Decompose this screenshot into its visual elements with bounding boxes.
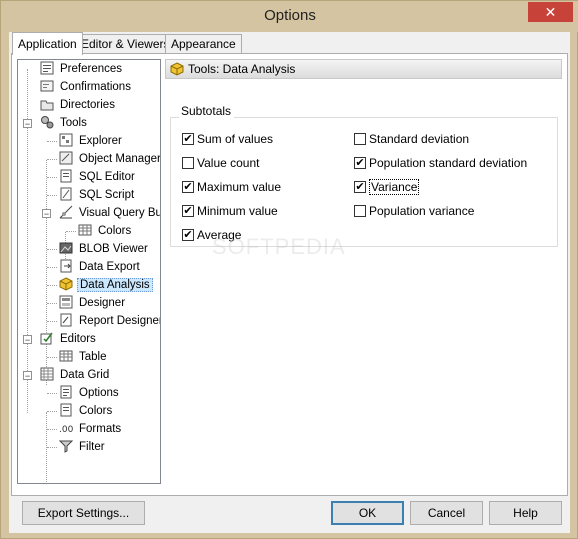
tree-item-grid-colors[interactable]: Colors	[59, 402, 114, 420]
blob-viewer-icon	[59, 241, 73, 255]
sql-editor-icon	[59, 169, 73, 183]
colors-icon	[78, 223, 92, 237]
cancel-button[interactable]: Cancel	[410, 501, 483, 525]
tree-item-confirmations[interactable]: Confirmations	[40, 78, 133, 96]
tree-item-filter[interactable]: Filter	[58, 438, 107, 456]
tab-appearance[interactable]: Appearance	[165, 34, 242, 53]
tab-application[interactable]: Application	[12, 32, 83, 55]
formats-icon: .00	[59, 421, 74, 435]
tools-expander[interactable]: −	[23, 119, 32, 129]
tree-item-data-analysis[interactable]: Data Analysis	[59, 276, 153, 294]
watermark: SOFTPEDIA	[212, 234, 346, 259]
tab-panel: Preferences Confirmations Directories −	[11, 53, 568, 496]
tree-item-explorer[interactable]: Explorer	[59, 132, 124, 150]
tree-item-data-export[interactable]: Data Export	[59, 258, 142, 276]
section-header: Tools: Data Analysis	[165, 59, 562, 79]
section-header-label: Tools: Data Analysis	[188, 62, 296, 76]
tools-icon	[40, 115, 54, 129]
ok-button[interactable]: OK	[331, 501, 404, 525]
directories-icon	[40, 97, 54, 111]
explorer-icon	[59, 133, 73, 147]
tree-item-blob-viewer[interactable]: BLOB Viewer	[59, 240, 150, 258]
export-settings-button[interactable]: Export Settings...	[22, 501, 145, 525]
data-analysis-icon	[59, 277, 73, 291]
tree-item-preferences[interactable]: Preferences	[40, 60, 124, 78]
tree-item-grid-options[interactable]: Options	[59, 384, 121, 402]
checkbox-population-standard-deviation[interactable]: ✔ Population standard deviation	[354, 155, 527, 171]
tree-item-directories[interactable]: Directories	[40, 96, 117, 114]
checkbox-box[interactable]: ✔	[182, 180, 194, 193]
checkbox-box[interactable]: ✔	[182, 132, 194, 145]
data-grid-expander[interactable]: −	[23, 371, 32, 381]
designer-icon	[59, 295, 73, 309]
tree-item-data-grid[interactable]: Data Grid	[40, 366, 111, 384]
subtotals-title: Subtotals	[179, 104, 235, 118]
checkbox-box[interactable]: ✔	[354, 180, 366, 193]
window-title: Options	[264, 7, 316, 24]
close-button[interactable]: ✕	[528, 2, 573, 22]
data-export-icon	[59, 259, 73, 273]
tree-item-tools[interactable]: Tools	[40, 114, 89, 132]
checkbox-maximum-value[interactable]: ✔ Maximum value	[182, 179, 281, 195]
tab-appearance-label: Appearance	[171, 37, 236, 51]
data-analysis-icon	[170, 62, 184, 76]
tab-editor-viewers-label: Editor & Viewers	[81, 37, 170, 51]
report-designer-icon	[59, 313, 73, 327]
options-tree[interactable]: Preferences Confirmations Directories −	[17, 59, 161, 484]
confirmations-icon	[40, 79, 54, 93]
tab-editor-viewers[interactable]: Editor & Viewers	[75, 34, 176, 53]
checkbox-box[interactable]	[354, 204, 366, 217]
help-button[interactable]: Help	[489, 501, 562, 525]
tree-item-vqb-colors[interactable]: Colors	[78, 222, 133, 240]
checkbox-sum-of-values[interactable]: ✔ Sum of values	[182, 131, 273, 147]
title-bar[interactable]: Options ✕	[1, 1, 578, 32]
dialog-client: Application Editor & Viewers Appearance	[9, 32, 570, 533]
checkbox-population-variance[interactable]: Population variance	[354, 203, 474, 219]
options-window: Options ✕ Application Editor & Viewers A…	[0, 0, 578, 539]
colors-icon	[59, 403, 73, 417]
checkbox-box[interactable]	[182, 156, 194, 169]
tree-item-report-designer[interactable]: Report Designer	[59, 312, 160, 330]
vqb-expander[interactable]: −	[42, 209, 51, 219]
table-icon	[59, 349, 73, 363]
tree-item-formats[interactable]: .00 Formats	[59, 420, 123, 438]
tree-item-sql-editor[interactable]: SQL Editor	[59, 168, 137, 186]
checkbox-minimum-value[interactable]: ✔ Minimum value	[182, 203, 278, 219]
visual-query-builder-icon	[59, 205, 73, 219]
checkbox-box[interactable]: ✔	[354, 156, 366, 169]
tree-item-editors[interactable]: Editors	[40, 330, 98, 348]
checkbox-box[interactable]: ✔	[182, 228, 194, 241]
data-grid-icon	[40, 367, 54, 381]
tree-item-object-manager[interactable]: Object Manager	[59, 150, 160, 168]
close-icon: ✕	[544, 4, 557, 20]
tree-item-sql-script[interactable]: SQL Script	[59, 186, 136, 204]
filter-icon	[58, 439, 74, 453]
checkbox-variance[interactable]: ✔ Variance	[354, 179, 420, 195]
checkbox-box[interactable]: ✔	[182, 204, 194, 217]
svg-text:.00: .00	[59, 425, 73, 435]
editors-icon	[40, 331, 54, 345]
checkbox-value-count[interactable]: Value count	[182, 155, 260, 171]
checkbox-box[interactable]	[354, 132, 366, 145]
options-icon	[59, 385, 73, 399]
sql-script-icon	[59, 187, 73, 201]
object-manager-icon	[59, 151, 73, 165]
checkbox-standard-deviation[interactable]: Standard deviation	[354, 131, 469, 147]
tree-item-visual-query-builder[interactable]: Visual Query Builder	[59, 204, 160, 222]
tree-item-designer[interactable]: Designer	[59, 294, 127, 312]
preferences-icon	[40, 61, 54, 75]
tree-item-table[interactable]: Table	[59, 348, 109, 366]
tab-application-label: Application	[18, 37, 77, 51]
editors-expander[interactable]: −	[23, 335, 32, 345]
